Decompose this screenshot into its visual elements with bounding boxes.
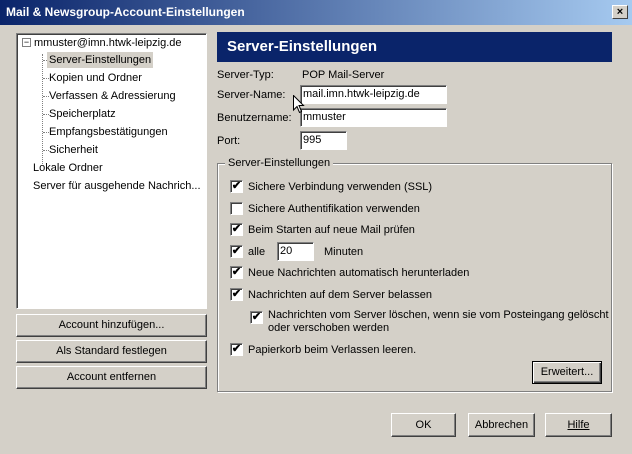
check-icon: ✔ xyxy=(231,343,242,355)
tree-item-composition[interactable]: Verfassen & Adressierung xyxy=(49,88,176,104)
set-default-button[interactable]: Als Standard festlegen xyxy=(16,340,207,363)
tree-item-disk-space[interactable]: Speicherplatz xyxy=(49,106,116,122)
tree-item-server-settings[interactable]: Server-Einstellungen xyxy=(47,52,154,68)
delete-from-server-label-line2[interactable]: oder verschoben werden xyxy=(268,322,389,334)
username-label: Benutzername: xyxy=(217,112,292,124)
server-type-label: Server-Typ: xyxy=(217,69,274,81)
panel-title: Server-Einstellungen xyxy=(227,38,378,55)
interval-minutes-field[interactable]: 20 xyxy=(277,242,314,261)
tree-item-outgoing-server[interactable]: Server für ausgehende Nachrich... xyxy=(33,178,201,194)
close-button[interactable]: × xyxy=(612,5,628,19)
tree-item-local-folders[interactable]: Lokale Ordner xyxy=(33,160,103,176)
advanced-button[interactable]: Erweitert... xyxy=(532,361,602,384)
server-name-label: Server-Name: xyxy=(217,89,286,101)
panel-header: Server-Einstellungen xyxy=(217,32,612,62)
interval-suffix-label: Minuten xyxy=(324,246,364,258)
delete-from-server-checkbox[interactable]: ✔ xyxy=(250,311,263,324)
ok-button[interactable]: OK xyxy=(391,413,456,437)
ssl-checkbox[interactable]: ✔ xyxy=(230,180,243,193)
auto-download-checkbox[interactable]: ✔ xyxy=(230,266,243,279)
interval-prefix-label[interactable]: alle xyxy=(248,246,265,258)
check-on-start-checkbox[interactable]: ✔ xyxy=(230,223,243,236)
tree-item-copies-folders[interactable]: Kopien und Ordner xyxy=(49,70,142,86)
server-name-field[interactable]: mail.imn.htwk-leipzig.de xyxy=(300,85,447,104)
tree-item-security[interactable]: Sicherheit xyxy=(49,142,98,158)
port-label: Port: xyxy=(217,135,241,147)
check-icon: ✔ xyxy=(231,288,242,300)
empty-trash-checkbox[interactable]: ✔ xyxy=(230,343,243,356)
check-icon: ✔ xyxy=(231,245,242,257)
server-type-value: POP Mail-Server xyxy=(302,69,385,81)
mouse-cursor-icon xyxy=(293,95,305,114)
empty-trash-label[interactable]: Papierkorb beim Verlassen leeren. xyxy=(248,344,416,356)
remove-account-button[interactable]: Account entfernen xyxy=(16,366,207,389)
help-button[interactable]: Hilfe xyxy=(545,413,612,437)
account-tree[interactable]: − mmuster@imn.htwk-leipzig.de Server-Ein… xyxy=(16,33,207,309)
cancel-button[interactable]: Abbrechen xyxy=(468,413,535,437)
close-icon: × xyxy=(616,6,624,18)
group-title: Server-Einstellungen xyxy=(225,157,334,169)
tree-item-account[interactable]: mmuster@imn.htwk-leipzig.de xyxy=(34,35,182,51)
check-icon: ✔ xyxy=(231,266,242,278)
auto-download-label[interactable]: Neue Nachrichten automatisch herunterlad… xyxy=(248,267,469,279)
check-icon: ✔ xyxy=(231,223,242,235)
tree-item-receipts[interactable]: Empfangsbestätigungen xyxy=(49,124,168,140)
check-icon: ✔ xyxy=(251,311,262,323)
title-bar: Mail & Newsgroup-Account-Einstellungen × xyxy=(0,0,632,25)
check-on-start-label[interactable]: Beim Starten auf neue Mail prüfen xyxy=(248,224,415,236)
ssl-label[interactable]: Sichere Verbindung verwenden (SSL) xyxy=(248,181,432,193)
check-icon: ✔ xyxy=(231,180,242,192)
collapse-icon[interactable]: − xyxy=(22,38,31,47)
secure-auth-checkbox[interactable] xyxy=(230,202,243,215)
interval-checkbox[interactable]: ✔ xyxy=(230,245,243,258)
leave-on-server-label[interactable]: Nachrichten auf dem Server belassen xyxy=(248,289,432,301)
add-account-button[interactable]: Account hinzufügen... xyxy=(16,314,207,337)
tree-connector xyxy=(42,54,43,164)
port-field[interactable]: 995 xyxy=(300,131,347,150)
leave-on-server-checkbox[interactable]: ✔ xyxy=(230,288,243,301)
username-field[interactable]: mmuster xyxy=(300,108,447,127)
delete-from-server-label-line1[interactable]: Nachrichten vom Server löschen, wenn sie… xyxy=(268,309,609,321)
window-title: Mail & Newsgroup-Account-Einstellungen xyxy=(6,5,245,19)
secure-auth-label[interactable]: Sichere Authentifikation verwenden xyxy=(248,203,420,215)
